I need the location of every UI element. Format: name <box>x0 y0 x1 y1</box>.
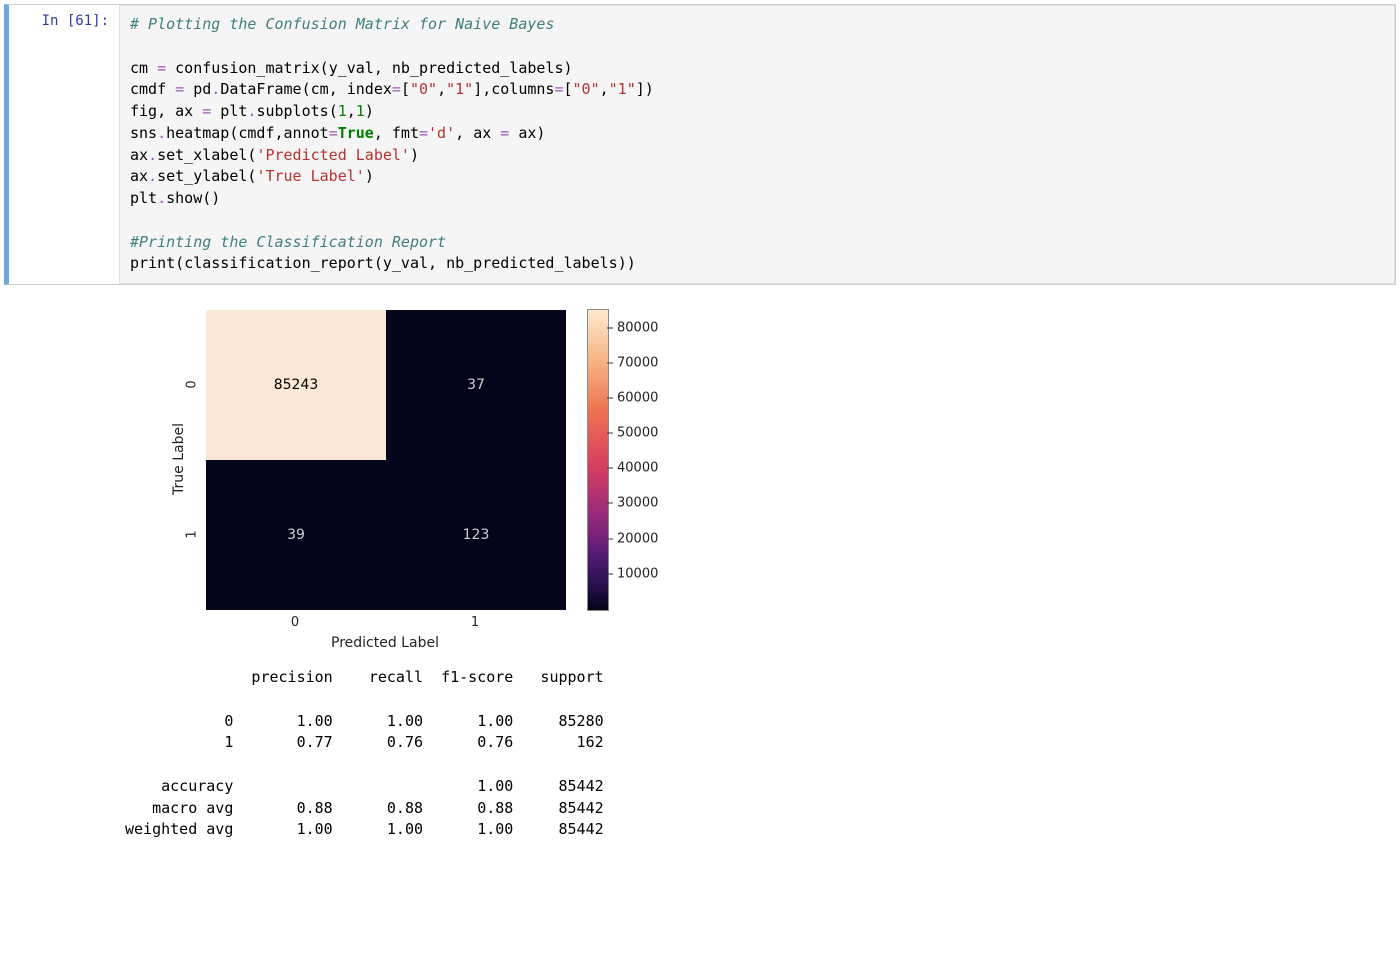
colorbar: 8000070000600005000040000300002000010000 <box>587 309 607 609</box>
colorbar-tick-label: 30000 <box>617 496 658 511</box>
colorbar-tick-label: 50000 <box>617 426 658 441</box>
code-text[interactable]: # Plotting the Confusion Matrix for Naiv… <box>130 14 1384 275</box>
confusion-matrix-heatmap: 85243 37 39 123 0 1 0 1 True Label Predi… <box>125 299 695 659</box>
colorbar-tick-label: 80000 <box>617 320 658 335</box>
code-input-area[interactable]: # Plotting the Confusion Matrix for Naiv… <box>119 5 1395 284</box>
heatmap-cell-0-0: 85243 <box>206 310 386 460</box>
code-comment: # Plotting the Confusion Matrix for Naiv… <box>130 15 554 33</box>
heatmap-cell-1-0: 39 <box>206 460 386 610</box>
tick-mark-icon <box>607 433 613 434</box>
x-axis-label: Predicted Label <box>205 635 565 651</box>
heatmap-grid: 85243 37 39 123 <box>205 309 567 611</box>
colorbar-tick: 10000 <box>607 566 658 581</box>
notebook-code-cell: In [61]: # Plotting the Confusion Matrix… <box>4 4 1396 285</box>
tick-mark-icon <box>607 538 613 539</box>
colorbar-tick: 50000 <box>607 426 658 441</box>
output-prompt-pad <box>0 289 115 841</box>
prompt-label: In [61]: <box>42 13 109 29</box>
input-prompt: In [61]: <box>9 5 119 284</box>
output-body: 85243 37 39 123 0 1 0 1 True Label Predi… <box>115 289 695 841</box>
tick-mark-icon <box>607 327 613 328</box>
tick-mark-icon <box>607 573 613 574</box>
colorbar-tick: 80000 <box>607 320 658 335</box>
colorbar-tick-label: 60000 <box>617 391 658 406</box>
colorbar-tick: 70000 <box>607 356 658 371</box>
heatmap-cell-0-1: 37 <box>386 310 566 460</box>
colorbar-tick-label: 70000 <box>617 356 658 371</box>
heatmap-cell-1-1: 123 <box>386 460 566 610</box>
colorbar-tick: 30000 <box>607 496 658 511</box>
colorbar-tick-label: 20000 <box>617 531 658 546</box>
colorbar-tick: 40000 <box>607 461 658 476</box>
colorbar-gradient <box>587 309 609 611</box>
colorbar-tick: 20000 <box>607 531 658 546</box>
y-tick-0: 0 <box>185 376 200 394</box>
y-tick-1: 1 <box>185 526 200 544</box>
colorbar-tick-label: 10000 <box>617 566 658 581</box>
notebook-output-cell: 85243 37 39 123 0 1 0 1 True Label Predi… <box>0 289 1400 841</box>
colorbar-tick: 60000 <box>607 391 658 406</box>
colorbar-tick-label: 40000 <box>617 461 658 476</box>
tick-mark-icon <box>607 398 613 399</box>
classification-report: precision recall f1-score support 0 1.00… <box>125 667 695 841</box>
code-comment: #Printing the Classification Report <box>130 233 446 251</box>
tick-mark-icon <box>607 503 613 504</box>
x-tick-1: 1 <box>465 615 485 630</box>
tick-mark-icon <box>607 363 613 364</box>
tick-mark-icon <box>607 468 613 469</box>
y-axis-label: True Label <box>171 423 187 495</box>
x-tick-0: 0 <box>285 615 305 630</box>
